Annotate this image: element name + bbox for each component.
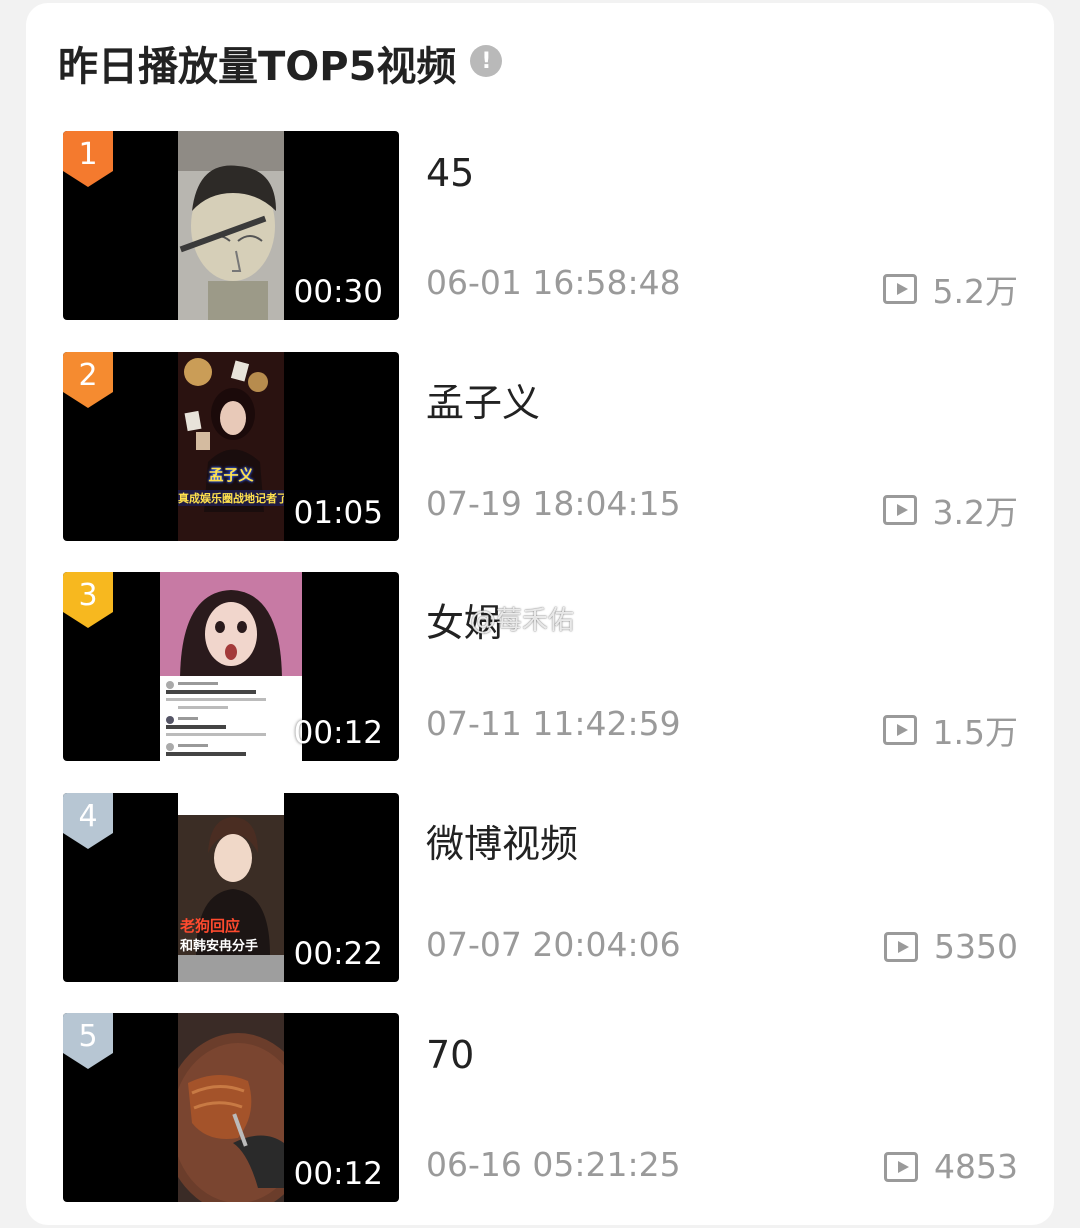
video-publish-time: 07-11 11:42:59 (426, 704, 681, 743)
rank-badge: 5 (63, 1013, 113, 1069)
video-title[interactable]: 微博视频 (426, 813, 578, 868)
video-row-2[interactable]: 孟子义 真成娱乐圈战地记者了 2 01:05 孟子义 07-19 18:04:1… (63, 352, 1023, 542)
video-thumbnail[interactable]: 1 00:30 (63, 131, 399, 320)
haircut-mannequin-image (178, 131, 284, 320)
play-icon (884, 931, 919, 962)
play-count-value: 1.5万 (932, 713, 1018, 752)
rank-badge: 1 (63, 131, 113, 187)
play-count: 4853 (884, 1147, 1018, 1186)
video-publish-time: 07-19 18:04:15 (426, 484, 681, 523)
thumbnail-caption: 孟子义 (208, 466, 254, 484)
play-count-value: 5.2万 (932, 272, 1018, 311)
video-thumbnail[interactable]: 3 00:12 (63, 572, 399, 761)
video-publish-time: 06-16 05:21:25 (426, 1145, 681, 1184)
play-count-value: 3.2万 (932, 493, 1018, 532)
woman-casino-poster-image: 孟子义 真成娱乐圈战地记者了 (178, 352, 284, 541)
rank-number: 4 (78, 799, 98, 834)
rank-badge: 4 (63, 793, 113, 849)
play-count: 5350 (884, 927, 1018, 966)
play-icon (882, 715, 917, 745)
rank-badge: 3 (63, 572, 113, 628)
card-title: 昨日播放量TOP5视频 (58, 44, 457, 90)
video-row-1[interactable]: 1 00:30 45 06-01 16:58:48 5.2万 (63, 131, 1023, 321)
play-count: 5.2万 (882, 265, 1018, 313)
play-icon (882, 495, 917, 525)
video-duration: 00:12 (293, 715, 383, 751)
play-count: 3.2万 (882, 486, 1018, 534)
play-count-value: 5350 (934, 927, 1018, 966)
play-icon (882, 274, 917, 304)
rank-badge: 2 (63, 352, 113, 408)
video-duration: 00:22 (293, 936, 383, 972)
video-thumbnail[interactable]: 5 00:12 (63, 1013, 399, 1202)
video-thumbnail[interactable]: 孟子义 真成娱乐圈战地记者了 2 01:05 (63, 352, 399, 541)
thumbnail-caption: 和韩安冉分手 (180, 939, 259, 954)
watermark: @莓禾佑 (470, 606, 575, 636)
video-duration: 00:12 (293, 1156, 383, 1192)
rank-number: 2 (78, 358, 98, 393)
video-duration: 00:30 (293, 274, 383, 310)
play-icon (884, 1151, 919, 1182)
rank-number: 3 (78, 578, 98, 613)
play-count: 1.5万 (882, 706, 1018, 754)
video-title[interactable]: 45 (426, 151, 474, 195)
play-count-value: 4853 (934, 1147, 1018, 1186)
info-icon[interactable]: ! (470, 45, 503, 77)
card-header: 昨日播放量TOP5视频 ! (58, 33, 503, 93)
video-thumbnail[interactable]: 老狗回应 和韩安冉分手 4 00:22 (63, 793, 399, 982)
rank-number: 1 (78, 137, 98, 172)
video-publish-time: 07-07 20:04:06 (426, 925, 681, 964)
video-title[interactable]: 70 (426, 1033, 474, 1077)
rank-number: 5 (78, 1019, 98, 1054)
surprised-woman-comments-image (160, 572, 302, 761)
video-duration: 01:05 (293, 495, 383, 531)
grilled-meat-board-image (178, 1013, 284, 1202)
video-publish-time: 06-01 16:58:48 (426, 263, 681, 302)
man-portrait-caption-image: 老狗回应 和韩安冉分手 (178, 793, 284, 982)
thumbnail-caption: 真成娱乐圈战地记者了 (178, 490, 284, 506)
thumbnail-caption: 老狗回应 (180, 917, 241, 935)
video-row-5[interactable]: 5 00:12 70 06-16 05:21:25 4853 (63, 1013, 1023, 1203)
video-title[interactable]: 孟子义 (426, 372, 540, 427)
video-row-4[interactable]: 老狗回应 和韩安冉分手 4 00:22 微博视频 07-07 20:04:06 … (63, 793, 1023, 983)
